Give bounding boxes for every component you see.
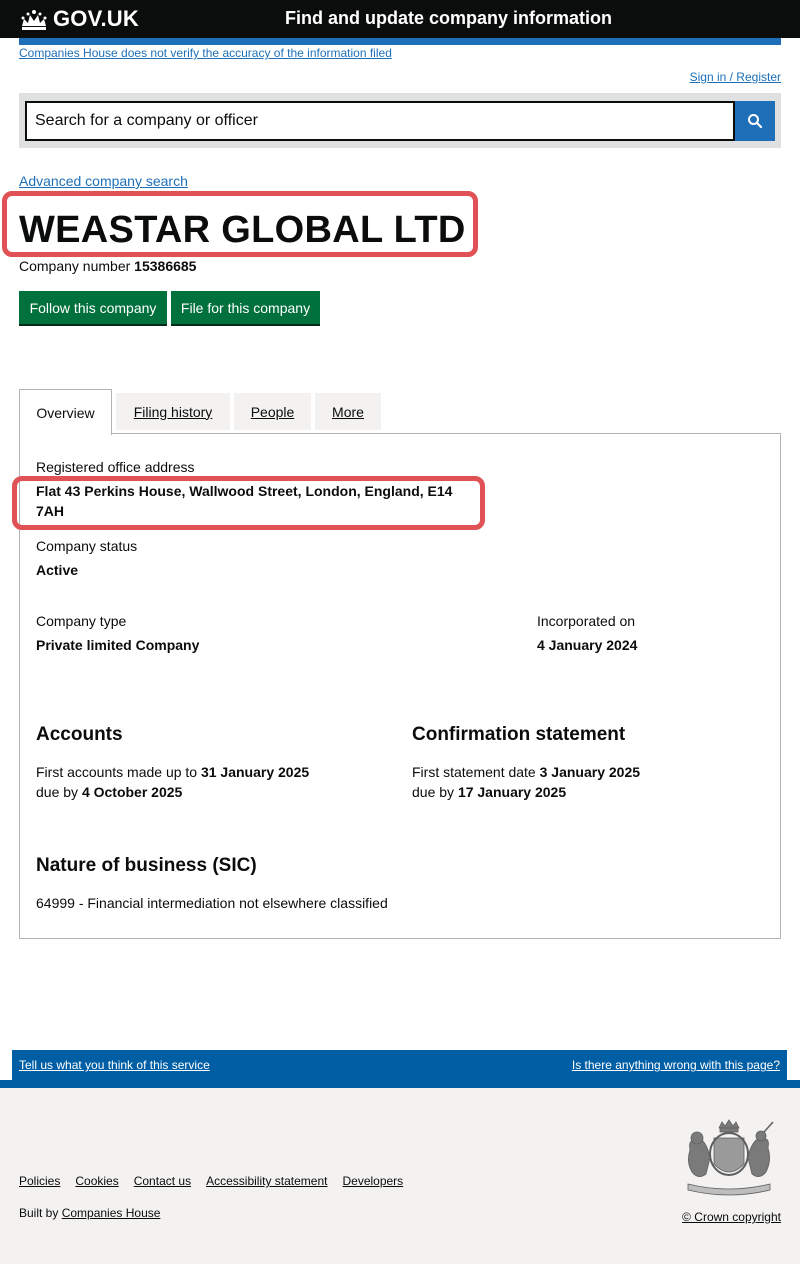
accounts-first-date: 31 January 2025 — [200, 764, 310, 780]
built-by: Built by Companies House — [19, 1206, 160, 1220]
incorporated-value: 4 January 2024 — [537, 637, 638, 653]
footer-links: Policies Cookies Contact us Accessibilit… — [19, 1174, 403, 1188]
footer: Policies Cookies Contact us Accessibilit… — [0, 1088, 800, 1264]
built-by-link[interactable]: Companies House — [62, 1206, 161, 1220]
file-company-button[interactable]: File for this company — [171, 291, 320, 324]
follow-company-button[interactable]: Follow this company — [19, 291, 167, 324]
highlight-box-company-name — [2, 191, 478, 257]
header-blue-bar — [19, 38, 781, 45]
status-value: Active — [36, 562, 79, 578]
govuk-logo[interactable]: GOV.UK — [19, 6, 139, 32]
accounts-first-label: First accounts made up to — [36, 764, 198, 780]
incorporated-label: Incorporated on — [537, 613, 636, 629]
accounts-heading: Accounts — [36, 724, 123, 745]
footer-link-contact[interactable]: Contact us — [134, 1174, 191, 1188]
tab-people[interactable]: People — [234, 393, 311, 430]
search-button[interactable] — [735, 101, 775, 141]
highlight-box-address — [12, 476, 485, 530]
address-label: Registered office address — [36, 459, 195, 475]
tab-more[interactable]: More — [315, 393, 381, 430]
company-number-label: Company number — [19, 258, 131, 274]
confirmation-heading: Confirmation statement — [412, 724, 626, 745]
confirmation-due-label: due by — [412, 784, 455, 800]
sic-heading: Nature of business (SIC) — [36, 855, 257, 876]
report-problem-link[interactable]: Is there anything wrong with this page? — [572, 1058, 780, 1072]
footer-link-accessibility[interactable]: Accessibility statement — [206, 1174, 327, 1188]
signin-link[interactable]: Sign in / Register — [690, 70, 781, 84]
advanced-search-link[interactable]: Advanced company search — [19, 173, 188, 189]
confirmation-first-label: First statement date — [412, 764, 536, 780]
search-icon — [748, 114, 763, 129]
footer-link-cookies[interactable]: Cookies — [75, 1174, 118, 1188]
feedback-bar: Tell us what you think of this service I… — [12, 1050, 787, 1080]
confirmation-info: First statement date 3 January 2025 due … — [412, 762, 640, 802]
service-name[interactable]: Find and update company information — [285, 8, 612, 29]
footer-blue-bar — [0, 1080, 800, 1088]
accounts-info: First accounts made up to 31 January 202… — [36, 762, 309, 802]
disclaimer-link[interactable]: Companies House does not verify the accu… — [19, 46, 392, 60]
govuk-header: GOV.UK Find and update company informati… — [0, 0, 800, 38]
type-value: Private limited Company — [36, 637, 200, 653]
crown-icon — [21, 10, 47, 30]
royal-coat-of-arms-icon — [687, 1119, 774, 1196]
accounts-due-date: 4 October 2025 — [81, 784, 183, 800]
crown-copyright-link[interactable]: © Crown copyright — [682, 1210, 781, 1224]
search-input[interactable] — [25, 101, 735, 141]
type-label: Company type — [36, 613, 127, 629]
footer-link-developers[interactable]: Developers — [342, 1174, 403, 1188]
logo-text: GOV.UK — [53, 6, 139, 31]
status-label: Company status — [36, 538, 138, 554]
accounts-due-label: due by — [36, 784, 79, 800]
tab-overview[interactable]: Overview — [19, 389, 112, 435]
search-bar — [19, 93, 781, 148]
sic-text: 64999 - Financial intermediation not els… — [36, 895, 388, 911]
built-by-prefix: Built by — [19, 1206, 59, 1220]
company-number-value: 15386685 — [134, 258, 197, 274]
company-number: Company number 15386685 — [19, 258, 196, 274]
feedback-link[interactable]: Tell us what you think of this service — [19, 1058, 210, 1072]
confirmation-first-date: 3 January 2025 — [539, 764, 641, 780]
tab-filing-history[interactable]: Filing history — [116, 393, 230, 430]
footer-link-policies[interactable]: Policies — [19, 1174, 60, 1188]
confirmation-due-date: 17 January 2025 — [457, 784, 567, 800]
